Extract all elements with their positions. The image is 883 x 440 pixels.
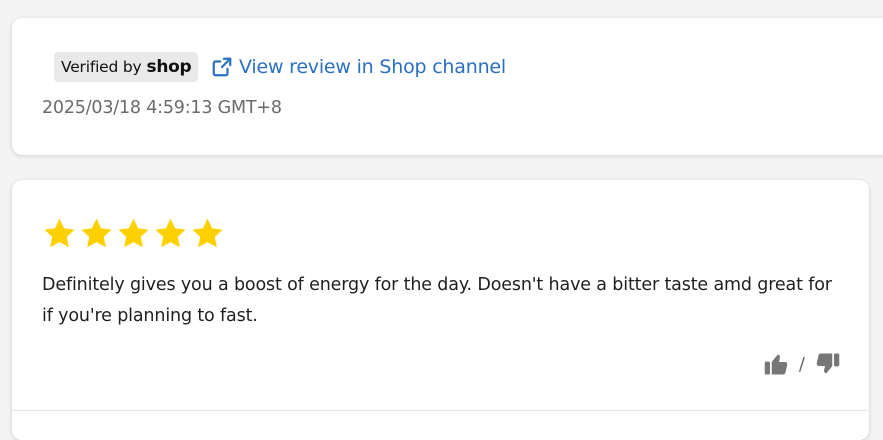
shop-brand-label: shop [146,57,192,77]
star-icon [155,218,186,248]
view-review-in-shop-link[interactable]: View review in Shop channel [211,52,506,82]
verified-by-shop-badge: Verified by shop [54,52,199,82]
star-rating [42,216,225,251]
view-review-link-label: View review in Shop channel [239,56,506,78]
review-card: Definitely gives you a boost of energy f… [12,180,869,440]
verified-label: Verified by [61,58,142,76]
star-icon [118,218,149,248]
review-text: Definitely gives you a boost of energy f… [42,275,832,326]
star-icon [81,218,112,248]
star-icon [192,218,223,248]
helpful-vote-controls: / [763,350,841,378]
review-timestamp: 2025/03/18 4:59:13 GMT+8 [42,98,282,118]
thumbs-up-icon[interactable] [763,350,791,378]
divider [12,410,869,411]
external-link-icon [212,57,232,77]
vote-separator: / [798,353,805,375]
review-source-card: Verified by shop View review in Shop cha… [12,18,883,155]
star-icon [44,218,75,248]
thumbs-down-icon[interactable] [813,350,841,378]
